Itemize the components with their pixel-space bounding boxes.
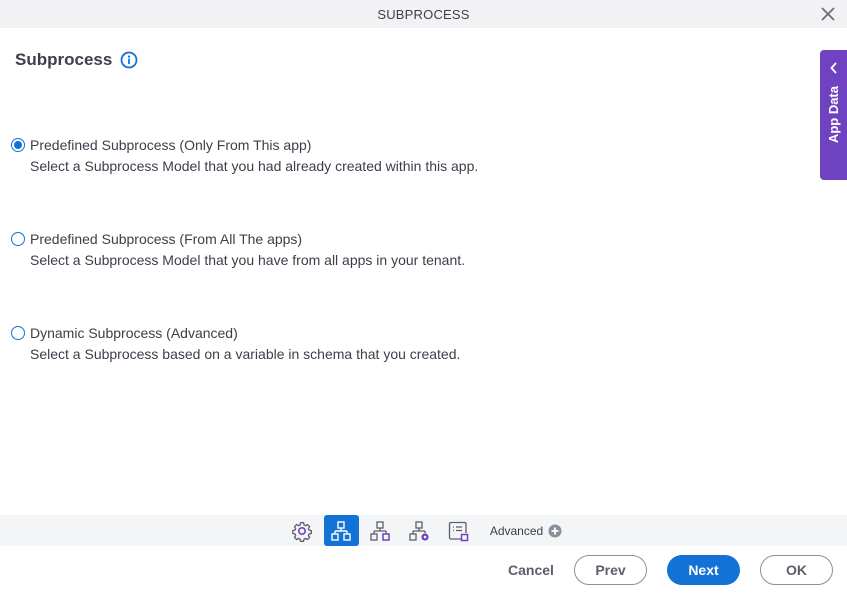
dialog-title: SUBPROCESS [377, 6, 470, 22]
option-label[interactable]: Dynamic Subprocess (Advanced) [30, 325, 238, 341]
hierarchy-square-icon [370, 520, 391, 541]
toolbar-list-settings[interactable] [441, 515, 476, 546]
toolbar-advanced-settings[interactable] [402, 515, 437, 546]
prev-button[interactable]: Prev [574, 555, 647, 585]
hierarchy-icon [331, 520, 352, 541]
advanced-toggle[interactable]: Advanced [490, 524, 562, 538]
dialog-footer: Cancel Prev Next OK [0, 546, 847, 595]
option-description: Select a Subprocess Model that you have … [30, 252, 466, 268]
radio-predefined-all-apps[interactable] [11, 232, 25, 246]
app-data-label: App Data [826, 86, 841, 144]
option-predefined-all-apps: Predefined Subprocess (From All The apps… [11, 231, 465, 268]
option-predefined-this-app: Predefined Subprocess (Only From This ap… [11, 137, 478, 174]
advanced-label: Advanced [489, 523, 544, 538]
plus-circle-icon [548, 524, 562, 537]
option-dynamic-subprocess: Dynamic Subprocess (Advanced) Select a S… [11, 325, 460, 362]
info-icon[interactable] [120, 51, 138, 69]
option-label[interactable]: Predefined Subprocess (From All The apps… [30, 231, 302, 247]
close-icon [821, 7, 835, 21]
list-box-icon [449, 521, 469, 541]
page-title: Subprocess [15, 50, 113, 69]
ok-button[interactable]: OK [760, 555, 833, 585]
option-description: Select a Subprocess Model that you had a… [30, 158, 479, 174]
dialog-titlebar: SUBPROCESS [0, 0, 847, 28]
next-button[interactable]: Next [667, 555, 740, 585]
app-data-panel-toggle[interactable]: App Data [820, 50, 847, 180]
close-button[interactable] [819, 5, 837, 23]
gear-icon [292, 521, 313, 542]
toolbar-general-settings[interactable] [285, 515, 320, 546]
option-description: Select a Subprocess based on a variable … [30, 346, 461, 362]
chevron-left-icon [829, 62, 837, 74]
radio-dynamic-subprocess[interactable] [11, 326, 25, 340]
section-heading: Subprocess [15, 50, 138, 70]
radio-predefined-this-app[interactable] [11, 138, 25, 152]
cancel-button[interactable]: Cancel [500, 555, 562, 585]
toolbar-data-mapping[interactable] [363, 515, 398, 546]
bottom-toolbar: Advanced [0, 515, 847, 546]
hierarchy-gear-icon [409, 520, 429, 541]
toolbar-subprocess-config[interactable] [323, 515, 359, 546]
option-label[interactable]: Predefined Subprocess (Only From This ap… [30, 137, 311, 153]
